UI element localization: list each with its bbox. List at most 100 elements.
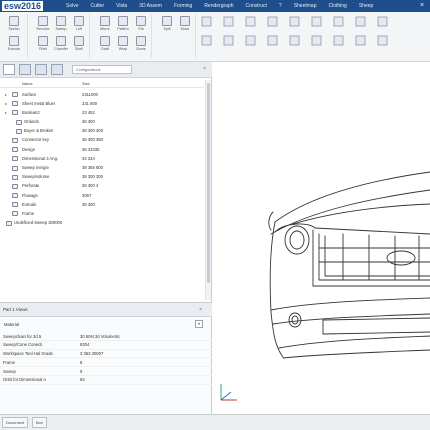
tree-row[interactable]: Buyer & Broken 38 300 300 (0, 127, 204, 136)
menu-item-clothing[interactable]: Clothing (322, 0, 352, 12)
graphics-viewport[interactable] (213, 62, 430, 414)
menu-item-3d-assem[interactable]: 3D Assem (133, 0, 168, 12)
tab-configuration-manager[interactable] (35, 64, 47, 75)
menu-item-help[interactable]: ? (273, 0, 288, 12)
tree-row-value: 34 334 (82, 155, 95, 161)
tree-row[interactable]: Flowage 3097 (0, 191, 204, 200)
tree-row[interactable]: ▸ Surface 2311000 (0, 90, 204, 99)
property-value: 9 (80, 368, 83, 374)
tab-document[interactable]: Document (2, 417, 29, 428)
expand-icon[interactable]: ▸ (5, 101, 7, 106)
ribbon-group-pattern: Mirror Pattern Rib Draft Wrap Dome (92, 14, 152, 58)
dome-button-label: Dome (136, 47, 146, 51)
tree-row[interactable]: Sweep mergie 38 365 800 (0, 164, 204, 173)
property-value: 3 363 30007 (80, 351, 104, 357)
extrude-icon (9, 36, 19, 46)
extrude-button[interactable]: Extrude (3, 36, 25, 51)
tree-row[interactable]: Design 38 33335 (0, 145, 204, 154)
shell-button[interactable]: Shell (68, 36, 90, 51)
feature-icon (12, 137, 18, 143)
tree-row-value: 23 452 (82, 109, 95, 115)
dome-button[interactable]: Dome (130, 36, 152, 51)
panel-close-icon[interactable]: × (203, 66, 206, 72)
tree-row-value: 38 300 300 (82, 128, 103, 134)
property-value: 30 50st 3d Volumetric (80, 333, 121, 339)
menu-item-forming[interactable]: Forming (168, 0, 198, 12)
loft-button-label: Loft (76, 27, 82, 31)
property-row[interactable]: Frame 8 (0, 358, 212, 368)
tree-row[interactable]: Connector key 38 300 380 (0, 136, 204, 145)
ribbon-group-sketch: Sketch Extrude (0, 14, 28, 58)
tree-row[interactable]: Sweep/volume 38 300 300 (0, 173, 204, 182)
property-key: Orbit for Dimensional A (3, 377, 47, 383)
property-row[interactable]: Sweepchain for 3d 5 30 50st 3d Volumetric (0, 332, 212, 341)
tree-row[interactable]: Perforate 39 300 4 (0, 182, 204, 191)
expand-icon[interactable]: ▸ (5, 110, 7, 115)
loft-button[interactable]: Loft (68, 16, 90, 31)
property-row[interactable]: Sweep/Cone Conecti 8304 (0, 341, 212, 350)
revolve-icon (38, 16, 48, 26)
property-row[interactable]: Workspace Tool Hal Grade 3 363 30007 (0, 350, 212, 359)
menu-item-sheetmap[interactable]: Sheetmap (288, 0, 323, 12)
properties-close-icon[interactable]: × (199, 307, 202, 313)
tree-row-value: 38 33335 (82, 146, 100, 152)
chevron-down-icon[interactable]: ▾ (195, 320, 203, 328)
sweep-icon (56, 16, 66, 26)
property-key: Sweepchain for 3d 5 (3, 333, 42, 339)
tree-row[interactable]: Frame (0, 209, 204, 218)
tree-row[interactable]: Orlando 38 300 (0, 118, 204, 127)
property-key: Sweep (3, 368, 16, 374)
tab-box[interactable]: Box (32, 417, 47, 428)
menu-item-rendergraph[interactable]: Rendergraph (198, 0, 239, 12)
tree-row[interactable]: Undefined Sweep 300000 (0, 219, 204, 228)
move-button[interactable]: Move (174, 16, 196, 31)
feature-icon (12, 147, 18, 153)
sketch-button-label: Sketch (8, 27, 20, 31)
fillet-icon (38, 36, 48, 46)
wrap-icon (118, 36, 128, 46)
tab-property-manager[interactable] (19, 64, 31, 75)
property-row[interactable]: Sweep 9 (0, 367, 212, 376)
rib-button-label: Rib (138, 27, 144, 31)
menu-item-vista[interactable]: Vista (110, 0, 133, 12)
extrude-button-label: Extrude (7, 47, 21, 51)
tree-row[interactable]: Extrude 38 300 (0, 200, 204, 209)
tree-row-name: Undefined Sweep 300000 (14, 220, 63, 226)
shell-button-label: Shell (75, 47, 83, 51)
tab-feature-manager[interactable] (3, 64, 15, 75)
tree-row[interactable]: Dimensional 3 Ang. 34 334 (0, 154, 204, 163)
tree-column-name: Name (22, 81, 33, 86)
feature-icon (16, 119, 22, 125)
sketch-icon (9, 16, 19, 26)
feature-icon (12, 110, 18, 116)
property-row[interactable]: Orbit for Dimensional A 84 (0, 376, 212, 385)
menu-item-solve[interactable]: Solve (60, 0, 85, 12)
property-value: 8304 (80, 342, 90, 348)
axis-triad-icon[interactable] (217, 382, 241, 406)
menu-item-sheep[interactable]: Sheep (353, 0, 379, 12)
feature-icon (16, 128, 22, 134)
tree-scrollbar[interactable] (205, 80, 211, 300)
menu-item-cutter[interactable]: Cutter (85, 0, 111, 12)
tree-row[interactable]: ▸ Boolean2 23 452 (0, 108, 204, 117)
window-close-icon[interactable]: × (418, 2, 426, 10)
tab-display-manager[interactable] (51, 64, 63, 75)
tree-row-value: 3097 (82, 192, 92, 198)
tree-row-name: Surface (22, 91, 37, 97)
expand-icon[interactable]: ▸ (5, 92, 7, 97)
rib-button[interactable]: Rib (130, 16, 152, 31)
menu-item-construct[interactable]: Construct (240, 0, 273, 12)
sketch-button[interactable]: Sketch (3, 16, 25, 31)
properties-panel: Part 1 Views × Material ▾ Sweepchain for… (0, 302, 212, 414)
chamfer-icon (56, 36, 66, 46)
tree-row-value: 38 365 800 (82, 165, 103, 170)
feature-icon (12, 183, 18, 189)
ribbon-more-icons[interactable] (198, 14, 428, 58)
tree-row[interactable]: ▸ Sheet metal Bluer 231 800 (0, 99, 204, 108)
feature-tree: ▸ Surface 2311000 ▸ Sheet metal Bluer 231 80… (0, 90, 204, 228)
title-bar: esw2016 Solve Cutter Vista 3D Assem Form… (0, 0, 430, 12)
scrollbar-thumb[interactable] (207, 83, 210, 283)
feature-icon (12, 193, 18, 199)
tree-search-input[interactable]: Configurations (72, 65, 132, 74)
feature-icon (12, 92, 18, 97)
